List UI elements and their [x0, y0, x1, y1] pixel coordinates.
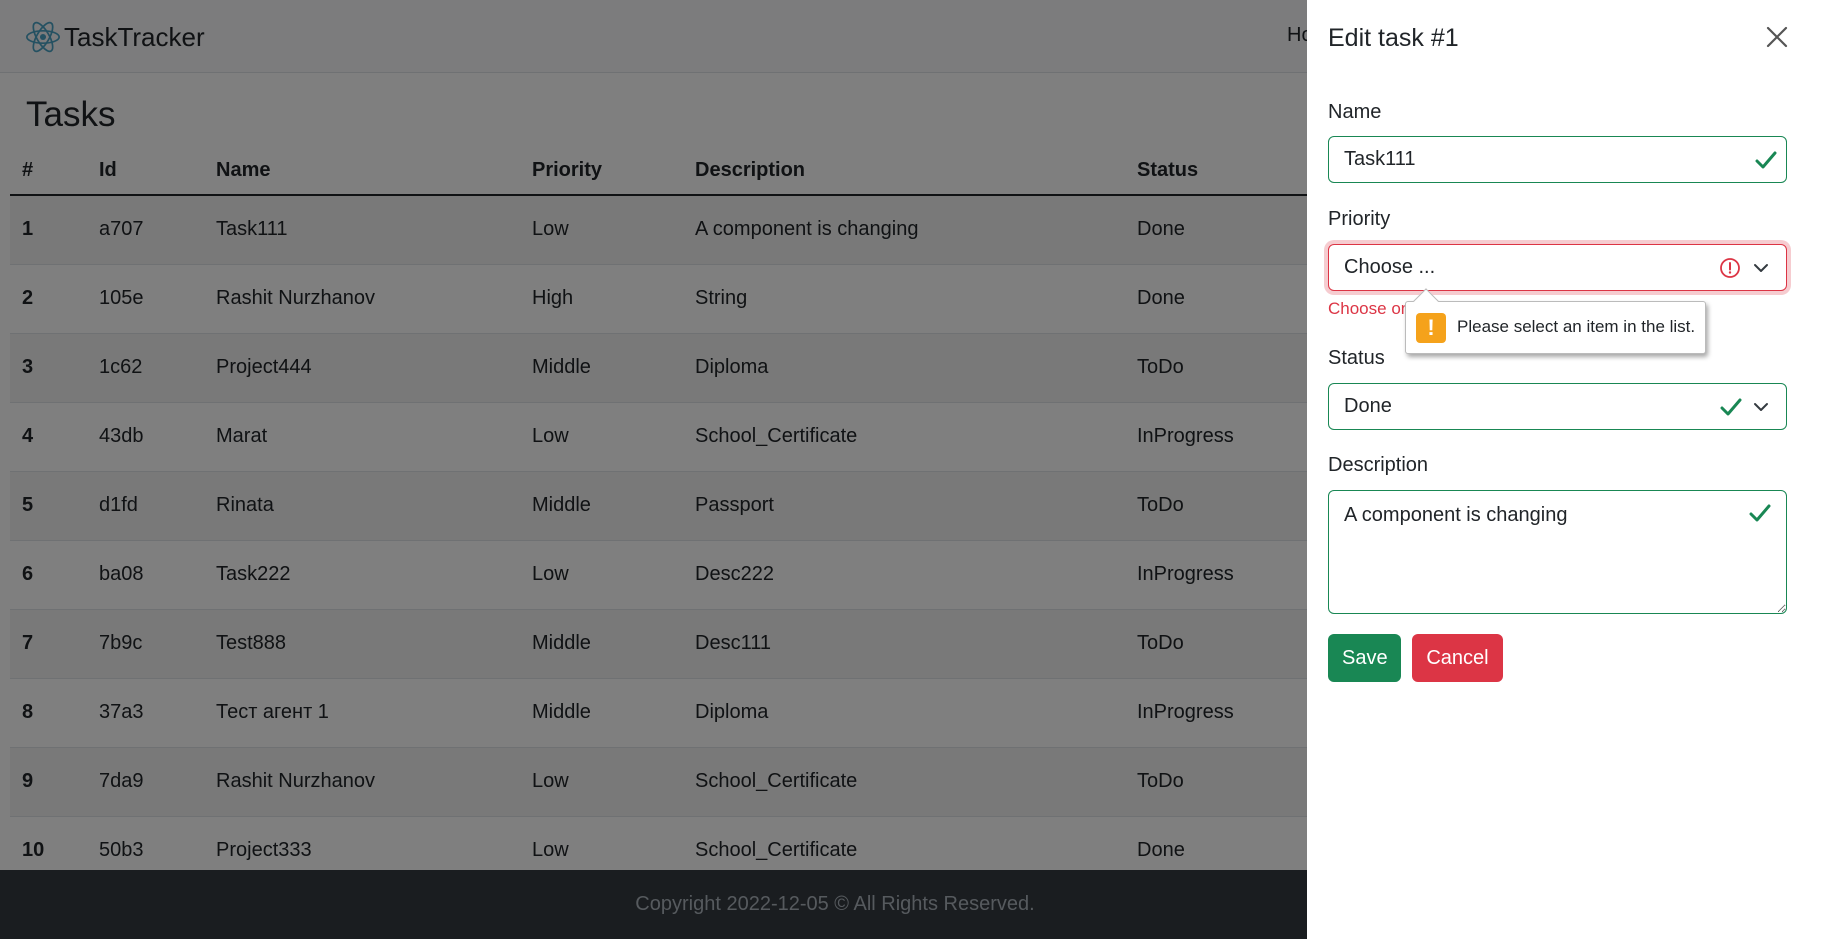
- priority-select[interactable]: Choose ...: [1328, 244, 1787, 291]
- panel-title: Edit task #1: [1328, 24, 1459, 52]
- priority-invalid-feedback: Choose on: [1328, 299, 1411, 318]
- validation-message: Please select an item in the list.: [1457, 317, 1696, 336]
- status-select[interactable]: Done: [1328, 383, 1787, 430]
- description-textarea[interactable]: A component is changing: [1328, 490, 1787, 614]
- chevron-down-icon: [1754, 264, 1768, 272]
- error-circle-icon: [1720, 258, 1740, 278]
- status-label: Status: [1328, 347, 1385, 369]
- scrollbar-gutter: [1806, 0, 1834, 939]
- validation-tooltip: ! Please select an item in the list.: [1405, 288, 1706, 354]
- tooltip-arrow: [1413, 288, 1439, 314]
- valid-check-icon: [1755, 151, 1777, 169]
- warning-icon: !: [1416, 313, 1446, 343]
- cancel-button[interactable]: Cancel: [1412, 634, 1503, 682]
- name-label: Name: [1328, 101, 1382, 123]
- priority-select-value: Choose ...: [1344, 256, 1436, 278]
- edit-task-panel: Edit task #1 Name Task111 Priority Choos…: [1307, 0, 1806, 939]
- close-icon[interactable]: [1762, 22, 1792, 52]
- name-input[interactable]: Task111: [1328, 136, 1787, 183]
- valid-check-icon: [1720, 398, 1742, 416]
- valid-check-icon: [1749, 504, 1771, 522]
- save-button[interactable]: Save: [1328, 634, 1401, 682]
- chevron-down-icon: [1754, 403, 1768, 411]
- priority-label: Priority: [1328, 208, 1391, 230]
- name-input-value: Task111: [1344, 148, 1416, 170]
- status-select-value: Done: [1344, 395, 1392, 417]
- description-label: Description: [1328, 454, 1429, 476]
